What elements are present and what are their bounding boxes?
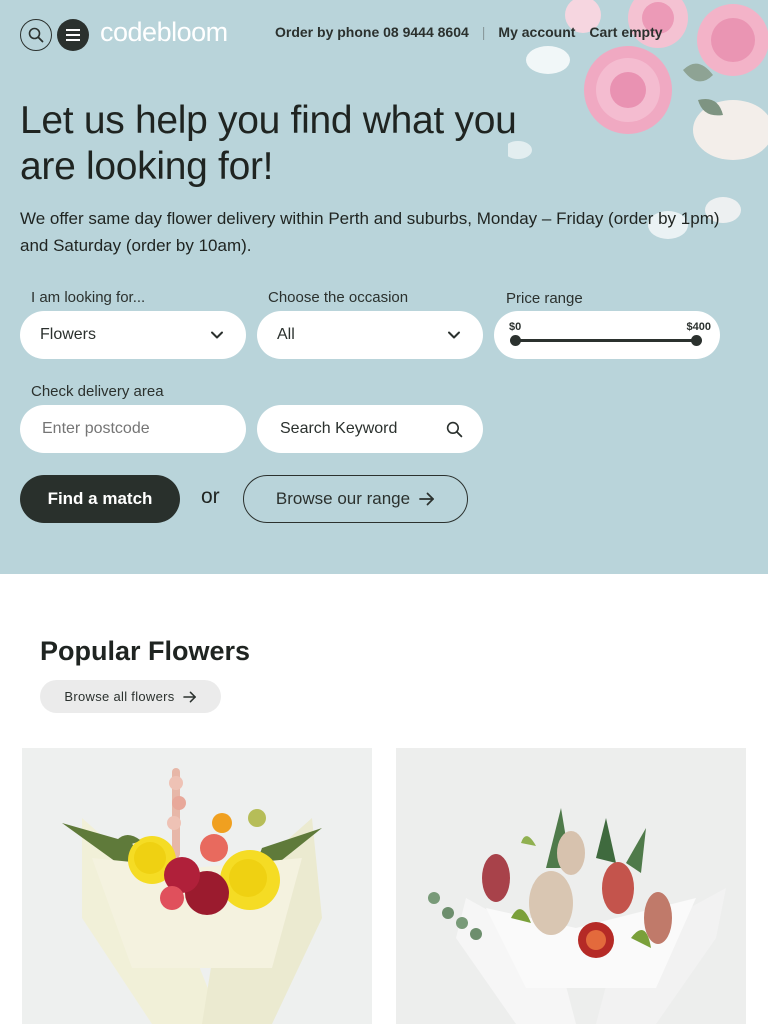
menu-button[interactable] — [57, 19, 89, 51]
logo[interactable]: codebloom — [100, 17, 228, 48]
slider-min-handle[interactable] — [510, 335, 521, 346]
browse-range-button[interactable]: Browse our range — [243, 475, 468, 523]
my-account-link[interactable]: My account — [498, 24, 575, 40]
search-icon — [28, 27, 44, 43]
keyword-placeholder: Search Keyword — [280, 420, 398, 437]
delivery-area-label: Check delivery area — [31, 383, 164, 400]
chevron-down-icon — [211, 331, 223, 339]
arrow-right-icon — [182, 691, 196, 702]
nav-separator: | — [481, 24, 486, 40]
keyword-search-field[interactable]: Search Keyword — [257, 405, 483, 453]
bouquet-image — [22, 748, 372, 1024]
postcode-input[interactable] — [20, 405, 246, 453]
price-min-label: $0 — [509, 321, 522, 333]
search-icon[interactable] — [446, 421, 463, 438]
chevron-down-icon — [448, 331, 460, 339]
order-by-phone-link[interactable]: Order by phone 08 9444 8604 — [275, 24, 469, 40]
looking-for-label: I am looking for... — [31, 289, 146, 306]
occasion-label: Choose the occasion — [268, 289, 409, 306]
occasion-value: All — [277, 326, 295, 343]
hero-section: codebloom Order by phone 08 9444 8604 | … — [0, 0, 768, 574]
logo-part-bloom: bloom — [156, 17, 229, 47]
find-a-match-button[interactable]: Find a match — [20, 475, 180, 523]
slider-track[interactable] — [515, 339, 697, 342]
hero-intro: We offer same day flower delivery within… — [20, 209, 720, 255]
browse-all-flowers-button[interactable]: Browse all flowers — [40, 680, 221, 713]
or-text: or — [201, 485, 220, 508]
arrow-right-icon — [419, 492, 434, 506]
price-range-label: Price range — [506, 290, 583, 307]
price-max-label: $400 — [686, 321, 711, 333]
cart-link[interactable]: Cart empty — [589, 24, 662, 40]
bouquet-image — [396, 748, 746, 1024]
browse-all-flowers-label: Browse all flowers — [64, 689, 175, 704]
product-card[interactable] — [22, 748, 372, 1024]
price-range-slider[interactable]: $0 $400 — [494, 311, 720, 359]
top-nav: Order by phone 08 9444 8604 | My account… — [275, 24, 663, 40]
search-button[interactable] — [20, 19, 52, 51]
occasion-select[interactable]: All — [257, 311, 483, 359]
looking-for-value: Flowers — [40, 326, 97, 343]
browse-range-label: Browse our range — [275, 489, 411, 508]
popular-flowers-title: Popular Flowers — [40, 636, 251, 666]
looking-for-select[interactable]: Flowers — [20, 311, 246, 359]
slider-max-handle[interactable] — [691, 335, 702, 346]
logo-part-code: code — [100, 17, 157, 47]
product-card[interactable] — [396, 748, 746, 1024]
hero-title: Let us help you find what you are lookin… — [20, 99, 517, 188]
hamburger-icon — [66, 29, 80, 41]
